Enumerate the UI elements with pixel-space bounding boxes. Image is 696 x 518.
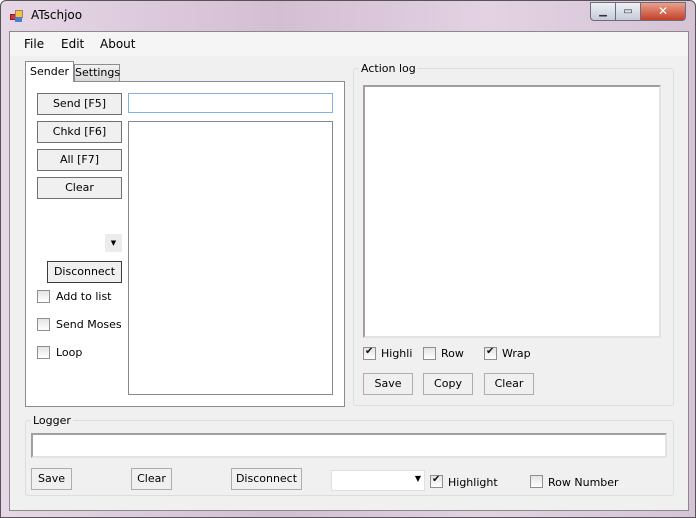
menu-file[interactable]: File [24,37,44,51]
wrap-checkbox[interactable] [484,346,497,360]
tab-sender[interactable]: Sender [25,61,74,82]
wrap-label: Wrap [502,347,531,360]
send-button[interactable]: Send [F5] [37,93,122,115]
send-moses-checkbox[interactable] [37,318,50,331]
tab-settings[interactable]: Settings [74,64,120,82]
logger-disconnect-button[interactable]: Disconnect [231,468,302,490]
chevron-down-icon: ▼ [110,239,117,247]
maximize-button[interactable]: ▭ [615,2,641,21]
row-checkbox[interactable] [423,347,436,360]
highlight-checkbox[interactable] [363,346,376,360]
highlight-label: Highli [381,347,413,360]
checked-button[interactable]: Chkd [F6] [37,121,122,143]
client-area: File Edit About Sender Settings Send [F5… [9,31,689,511]
minimize-button[interactable]: ▁ [590,2,616,21]
log-clear-button[interactable]: Clear [484,373,534,395]
logger-title: Logger [31,414,73,427]
menu-bar: File Edit About [10,32,688,56]
all-button[interactable]: All [F7] [37,149,122,171]
log-save-button[interactable]: Save [363,373,413,395]
menu-edit[interactable]: Edit [61,37,84,51]
log-copy-button[interactable]: Copy [423,373,473,395]
app-window: ATschjoo ▁ ▭ ✕ File Edit About Sender Se… [0,0,696,518]
close-icon: ✕ [657,4,669,18]
chevron-down-icon: ▼ [414,474,421,483]
menu-about[interactable]: About [100,37,135,51]
logger-input[interactable] [31,433,667,458]
window-title: ATschjoo [31,8,83,22]
add-to-list-checkbox[interactable] [37,290,50,303]
dropdown-arrow-button[interactable]: ▼ [105,234,122,252]
app-icon [10,10,23,22]
action-log-textarea[interactable] [363,85,661,338]
row-number-label: Row Number [548,476,619,489]
send-moses-label: Send Moses [56,318,122,331]
row-label: Row [441,347,464,360]
clear-button[interactable]: Clear [37,177,122,199]
action-log-title: Action log [359,62,418,75]
disconnect-button[interactable]: Disconnect [47,261,122,283]
maximize-icon: ▭ [623,6,633,17]
logger-combo[interactable]: ▼ [331,470,425,491]
close-button[interactable]: ✕ [640,2,686,21]
logger-save-button[interactable]: Save [31,468,72,490]
row-number-checkbox[interactable] [530,475,543,488]
add-to-list-label: Add to list [56,290,112,303]
logger-highlight-checkbox[interactable] [430,474,443,488]
logger-highlight-label: Highlight [448,476,498,489]
loop-checkbox[interactable] [37,346,50,359]
sender-listbox[interactable] [128,121,333,395]
sender-input[interactable] [128,93,333,113]
minimize-icon: ▁ [599,6,607,17]
loop-label: Loop [56,346,83,359]
logger-clear-button[interactable]: Clear [131,468,172,490]
